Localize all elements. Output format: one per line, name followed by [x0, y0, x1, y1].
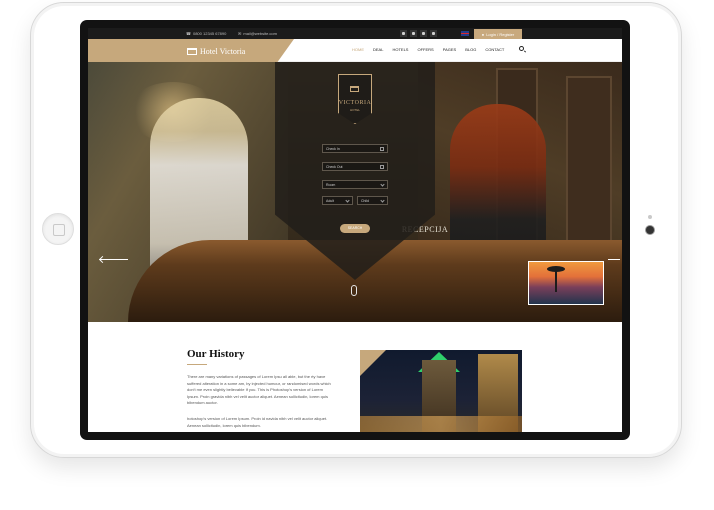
tablet-camera	[646, 226, 654, 234]
chevron-down-icon	[380, 198, 385, 203]
photo-corner-accent	[360, 350, 386, 376]
twitter-icon[interactable]	[410, 30, 417, 37]
crest-crown-icon	[350, 86, 359, 92]
phone-icon: ☎	[186, 31, 191, 36]
site-logo[interactable]: Hotel Victoria	[187, 47, 245, 56]
pinterest-icon[interactable]	[430, 30, 437, 37]
crest-subtitle: HOTEL	[349, 108, 360, 112]
calendar-icon	[380, 147, 384, 151]
menu-item-pages[interactable]: PAGES	[443, 47, 457, 52]
tablet-screen: ☎ 0800 12345 67890 ✉ mail@website.com ● …	[80, 20, 630, 440]
check-in-label: Check In	[326, 147, 340, 151]
child-select[interactable]: Child	[357, 196, 388, 205]
email-address[interactable]: mail@website.com	[243, 31, 277, 36]
menu-item-home[interactable]: HOME	[352, 47, 364, 52]
adult-label: Adult	[326, 199, 334, 203]
menu-item-deal[interactable]: DEAL	[373, 47, 383, 52]
check-out-label: Check Out	[326, 165, 343, 169]
hotel-logo-icon	[187, 48, 197, 55]
instagram-icon[interactable]	[420, 30, 427, 37]
brand-name: Hotel Victoria	[200, 47, 246, 56]
chevron-down-icon	[345, 198, 350, 203]
search-button[interactable]: SEARCH	[340, 224, 370, 233]
street-lights	[360, 416, 522, 432]
email-contact[interactable]: ✉ mail@website.com	[238, 31, 277, 36]
history-paragraph: There are many variations of passages of…	[187, 374, 331, 406]
top-bar: ☎ 0800 12345 67890 ✉ mail@website.com ● …	[88, 28, 622, 39]
chevron-down-icon	[380, 182, 385, 187]
room-label: Room	[326, 183, 336, 187]
menu-item-contact[interactable]: CONTACT	[485, 47, 504, 52]
palm-tree-image	[547, 266, 565, 292]
title-underline	[187, 364, 207, 365]
phone-contact: ☎ 0800 12345 67890	[186, 31, 226, 36]
child-label: Child	[361, 199, 369, 203]
phone-number: 0800 12345 67890	[192, 31, 227, 36]
adult-select[interactable]: Adult	[322, 196, 353, 205]
login-register-button[interactable]: ● Login / Register	[474, 29, 522, 39]
tablet-home-button	[42, 213, 74, 245]
room-select[interactable]: Room	[322, 180, 388, 189]
hero-door	[566, 76, 612, 256]
calendar-icon	[380, 165, 384, 169]
social-links	[400, 30, 437, 37]
scroll-down-mouse-icon[interactable]	[351, 285, 357, 296]
search-icon[interactable]	[519, 46, 524, 51]
tablet-sensor	[648, 215, 652, 219]
menu-item-hotels[interactable]: HOTELS	[392, 47, 408, 52]
hotel-building-photo	[360, 350, 522, 432]
history-title: Our History	[187, 348, 245, 360]
mail-icon: ✉	[238, 31, 242, 36]
facebook-icon[interactable]	[400, 30, 407, 37]
login-label: Login / Register	[486, 31, 515, 37]
check-in-field[interactable]: Check In	[322, 144, 388, 153]
crest-name: VICTORIA	[338, 100, 372, 106]
user-icon: ●	[481, 31, 485, 37]
website: ☎ 0800 12345 67890 ✉ mail@website.com ● …	[88, 28, 622, 432]
slider-thumbnail[interactable]	[528, 261, 604, 305]
slider-prev-arrow-icon[interactable]	[100, 259, 128, 260]
menu-item-offers[interactable]: OFFERS	[417, 47, 433, 52]
main-menu: HOME DEAL HOTELS OFFERS PAGES BLOG CONTA…	[352, 47, 504, 52]
menu-item-blog[interactable]: BLOG	[465, 47, 476, 52]
check-out-field[interactable]: Check Out	[322, 162, 388, 171]
language-flag-icon[interactable]	[461, 31, 469, 36]
history-paragraph: hotoshop's version of Lorem Ipsum. Proin…	[187, 416, 328, 428]
slider-next-arrow-icon[interactable]	[608, 259, 620, 260]
